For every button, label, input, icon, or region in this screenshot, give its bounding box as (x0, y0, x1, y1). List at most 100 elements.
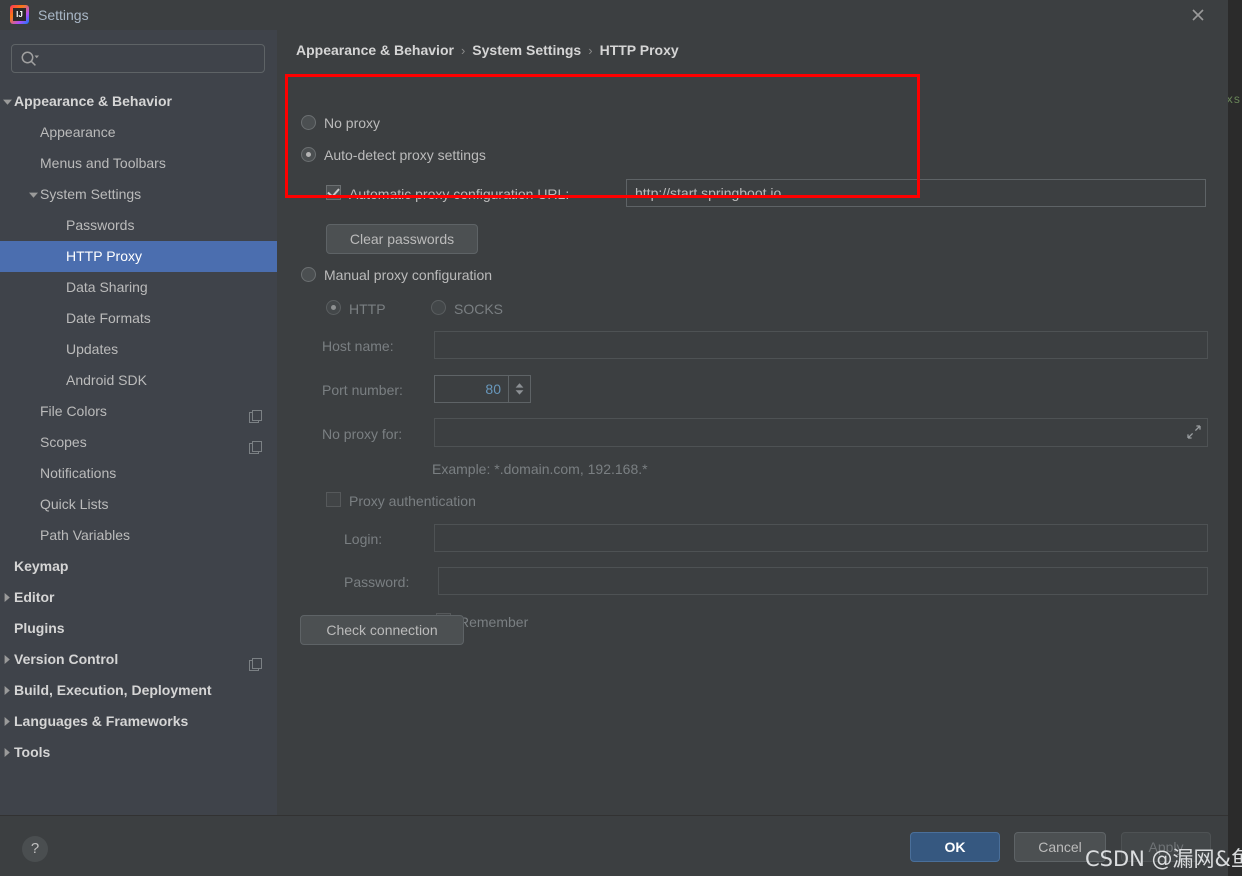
sidebar-item-notifications[interactable]: Notifications (0, 458, 277, 489)
sidebar-item-appearance-behavior[interactable]: Appearance & Behavior (0, 86, 277, 117)
radio-no-proxy[interactable] (301, 115, 316, 130)
sidebar-item-label: Appearance (40, 124, 116, 140)
label-port-number: Port number: (322, 382, 403, 398)
checkbox-proxy-authentication[interactable] (326, 492, 341, 507)
port-number-stepper-buttons[interactable] (508, 376, 530, 402)
label-host-name: Host name: (322, 338, 394, 354)
sidebar-item-label: File Colors (40, 403, 107, 419)
breadcrumb: Appearance & Behavior › System Settings › HT… (296, 42, 679, 58)
host-name-input[interactable] (434, 331, 1208, 359)
dialog-title: Settings (38, 7, 89, 23)
label-login: Login: (344, 531, 383, 547)
sidebar-item-label: Keymap (14, 558, 69, 574)
breadcrumb-item[interactable]: Appearance & Behavior (296, 42, 454, 58)
sidebar-item-passwords[interactable]: Passwords (0, 210, 277, 241)
sidebar-item-updates[interactable]: Updates (0, 334, 277, 365)
sidebar-item-label: Menus and Toolbars (40, 155, 166, 171)
sidebar-item-scopes[interactable]: Scopes (0, 427, 277, 458)
breadcrumb-separator: › (588, 43, 593, 58)
sidebar-item-quick-lists[interactable]: Quick Lists (0, 489, 277, 520)
breadcrumb-item[interactable]: System Settings (472, 42, 581, 58)
checkbox-automatic-proxy-configuration-url[interactable] (326, 185, 341, 200)
project-scope-icon (249, 652, 263, 671)
sidebar-item-editor[interactable]: Editor (0, 582, 277, 613)
sidebar-item-build-execution-deployment[interactable]: Build, Execution, Deployment (0, 675, 277, 706)
sidebar-item-label: Scopes (40, 434, 87, 450)
login-input[interactable] (434, 524, 1208, 552)
sidebar-item-system-settings[interactable]: System Settings (0, 179, 277, 210)
no-proxy-for-input[interactable] (435, 419, 1183, 446)
apply-button[interactable]: Apply (1121, 832, 1211, 862)
sidebar-item-path-variables[interactable]: Path Variables (0, 520, 277, 551)
sidebar-item-version-control[interactable]: Version Control (0, 644, 277, 675)
chevron-right-icon[interactable] (0, 675, 14, 706)
sidebar-item-label: Android SDK (66, 372, 147, 388)
dialog-footer: ? OK Cancel Apply (0, 815, 1228, 876)
project-scope-icon (249, 435, 263, 454)
ok-button[interactable]: OK (910, 832, 1000, 862)
password-input[interactable] (438, 567, 1208, 595)
no-proxy-for-field[interactable] (434, 418, 1208, 447)
sidebar-item-data-sharing[interactable]: Data Sharing (0, 272, 277, 303)
intellij-idea-logo-icon (10, 5, 29, 24)
pac-url-input[interactable] (626, 179, 1206, 207)
label-remember: Remember (459, 614, 529, 630)
sidebar-item-label: Appearance & Behavior (14, 93, 172, 109)
radio-auto-detect-proxy[interactable] (301, 147, 316, 162)
chevron-right-icon[interactable] (0, 582, 14, 613)
sidebar-item-file-colors[interactable]: File Colors (0, 396, 277, 427)
radio-http[interactable] (326, 300, 341, 315)
label-no-proxy: No proxy (324, 115, 381, 131)
label-socks: SOCKS (454, 301, 504, 317)
sidebar-item-tools[interactable]: Tools (0, 737, 277, 768)
clear-passwords-button[interactable]: Clear passwords (326, 224, 478, 254)
label-auto-detect-proxy: Auto-detect proxy settings (324, 147, 486, 163)
sidebar-item-label: System Settings (40, 186, 142, 202)
help-question-icon[interactable]: ? (22, 836, 48, 862)
example-hint-text: Example: *.domain.com, 192.168.* (432, 461, 648, 477)
label-http: HTTP (349, 301, 386, 317)
sidebar-item-label: Editor (14, 589, 55, 605)
sidebar-item-languages-frameworks[interactable]: Languages & Frameworks (0, 706, 277, 737)
close-icon[interactable] (1186, 4, 1210, 26)
sidebar-item-http-proxy[interactable]: HTTP Proxy (0, 241, 277, 272)
project-scope-icon (249, 404, 263, 423)
sidebar-item-keymap[interactable]: Keymap (0, 551, 277, 582)
port-number-spinner[interactable]: 80 (434, 375, 531, 403)
chevron-right-icon[interactable] (0, 706, 14, 737)
sidebar-item-label: Tools (14, 744, 51, 760)
ide-background-strip (1228, 0, 1242, 876)
label-manual-proxy-configuration: Manual proxy configuration (324, 267, 493, 283)
label-automatic-proxy-configuration-url: Automatic proxy configuration URL: (349, 186, 570, 202)
chevron-right-icon[interactable] (0, 644, 14, 675)
sidebar-item-label: Version Control (14, 651, 119, 667)
search-box[interactable] (11, 44, 265, 73)
sidebar-item-android-sdk[interactable]: Android SDK (0, 365, 277, 396)
search-icon (20, 50, 40, 68)
check-connection-button[interactable]: Check connection (300, 615, 464, 645)
settings-content-panel: Appearance & Behavior › System Settings › HT… (277, 30, 1228, 815)
breadcrumb-item: HTTP Proxy (599, 42, 679, 58)
dialog-titlebar: Settings (0, 0, 1228, 30)
sidebar-item-appearance[interactable]: Appearance (0, 117, 277, 148)
sidebar-item-menus-and-toolbars[interactable]: Menus and Toolbars (0, 148, 277, 179)
sidebar-item-date-formats[interactable]: Date Formats (0, 303, 277, 334)
sidebar-item-label: Path Variables (40, 527, 131, 543)
chevron-down-icon[interactable] (0, 86, 14, 117)
radio-socks[interactable] (431, 300, 446, 315)
chevron-right-icon[interactable] (0, 737, 14, 768)
settings-sidebar: Appearance & Behavior Appearance Menus and… (0, 30, 277, 815)
chevron-down-icon (515, 390, 524, 395)
chevron-down-icon[interactable] (26, 179, 40, 210)
sidebar-item-label: Passwords (66, 217, 135, 233)
cancel-button[interactable]: Cancel (1014, 832, 1106, 862)
expand-icon[interactable] (1184, 422, 1204, 442)
sidebar-item-plugins[interactable]: Plugins (0, 613, 277, 644)
sidebar-item-label: Quick Lists (40, 496, 109, 512)
sidebar-item-label: Updates (66, 341, 119, 357)
sidebar-item-label: Plugins (14, 620, 65, 636)
sidebar-item-label: Data Sharing (66, 279, 148, 295)
label-proxy-authentication: Proxy authentication (349, 493, 476, 509)
search-input[interactable] (44, 45, 259, 72)
radio-manual-proxy-configuration[interactable] (301, 267, 316, 282)
